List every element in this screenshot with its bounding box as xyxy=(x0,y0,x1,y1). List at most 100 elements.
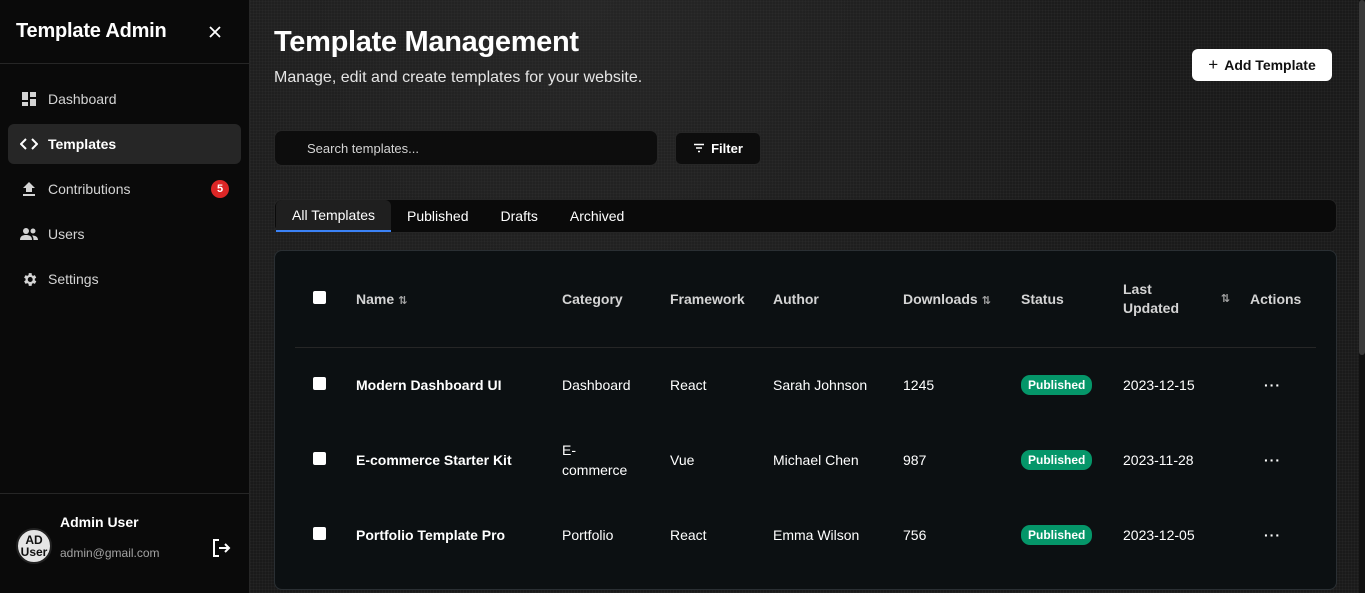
user-panel: AD User Admin User admin@gmail.com xyxy=(0,493,249,593)
cell-framework: Vue xyxy=(670,451,695,468)
user-email: admin@gmail.com xyxy=(60,546,160,560)
status-badge: Published xyxy=(1021,524,1093,545)
more-actions-icon[interactable]: ··· xyxy=(1250,527,1281,543)
col-name[interactable]: Name ⇅ xyxy=(356,251,562,348)
sidebar-item-settings[interactable]: Settings xyxy=(8,259,241,299)
avatar[interactable]: AD User xyxy=(16,528,52,564)
cell-name: Modern Dashboard UI xyxy=(356,376,502,393)
row-checkbox[interactable] xyxy=(313,451,326,465)
cell-framework: React xyxy=(670,526,707,543)
cell-author: Sarah Johnson xyxy=(773,376,868,393)
logout-icon[interactable] xyxy=(211,538,233,560)
cell-category: E-commerce xyxy=(562,441,628,478)
upload-icon xyxy=(20,180,38,198)
col-framework: Framework xyxy=(670,251,773,348)
toolbar: Filter xyxy=(274,130,1337,166)
sort-icon[interactable]: ⇅ xyxy=(398,295,407,307)
cell-author: Michael Chen xyxy=(773,451,859,468)
row-checkbox[interactable] xyxy=(313,526,326,540)
add-template-button[interactable]: + Add Template xyxy=(1192,49,1332,81)
cell-framework: React xyxy=(670,376,707,393)
search-input[interactable] xyxy=(291,140,657,156)
sidebar-item-contributions[interactable]: Contributions 5 xyxy=(8,169,241,209)
gear-icon xyxy=(20,270,38,288)
header-checkbox-cell xyxy=(295,251,356,348)
cell-status: Published xyxy=(1021,422,1123,497)
scrollbar-thumb[interactable] xyxy=(1359,0,1365,355)
cell-actions: ··· xyxy=(1250,497,1316,572)
cell-actions: ··· xyxy=(1250,347,1316,422)
cell-updated: 2023-12-05 xyxy=(1123,526,1195,543)
cell-updated: 2023-11-28 xyxy=(1123,451,1194,468)
filter-icon xyxy=(693,141,705,156)
sidebar-item-dashboard[interactable]: Dashboard xyxy=(8,79,241,119)
sort-icon[interactable]: ⇅ xyxy=(982,295,991,307)
app-title: Template Admin xyxy=(16,20,167,42)
cell-downloads: 987 xyxy=(903,451,927,468)
add-template-label: Add Template xyxy=(1224,57,1316,73)
col-downloads[interactable]: Downloads ⇅ xyxy=(903,251,1021,348)
col-last-updated[interactable]: Last Updated ⇅ xyxy=(1123,251,1250,348)
table-row[interactable]: Portfolio Template Pro Portfolio React E… xyxy=(295,497,1316,572)
table-row[interactable]: E-commerce Starter Kit E-commerce Vue Mi… xyxy=(295,422,1316,497)
cell-name: Portfolio Template Pro xyxy=(356,526,506,543)
templates-table: Name ⇅ Category Framework Author Download… xyxy=(295,251,1316,572)
page-subtitle: Manage, edit and create templates for yo… xyxy=(274,69,643,86)
tab-drafts[interactable]: Drafts xyxy=(485,200,554,232)
cell-downloads: 1245 xyxy=(903,376,935,393)
cell-category: Dashboard xyxy=(562,376,631,393)
page-title: Template Management xyxy=(274,26,579,58)
table-header-row: Name ⇅ Category Framework Author Download… xyxy=(295,251,1316,348)
status-badge: Published xyxy=(1021,374,1093,395)
row-checkbox-cell xyxy=(295,422,356,497)
sidebar-header: Template Admin xyxy=(0,0,249,64)
user-info: Admin User admin@gmail.com xyxy=(60,512,211,560)
sidebar-item-users[interactable]: Users xyxy=(8,214,241,254)
user-name: Admin User xyxy=(60,514,139,530)
cell-name: E-commerce Starter Kit xyxy=(356,451,512,468)
sidebar-item-label: Dashboard xyxy=(48,91,117,107)
sidebar-item-label: Settings xyxy=(48,271,99,287)
cell-actions: ··· xyxy=(1250,422,1316,497)
cell-author: Emma Wilson xyxy=(773,526,860,543)
dashboard-icon xyxy=(20,90,38,108)
sidebar-nav: Dashboard Templates Contributions 5 User… xyxy=(0,64,249,319)
tab-all-templates[interactable]: All Templates xyxy=(276,200,392,232)
filter-label: Filter xyxy=(711,140,743,156)
tab-archived[interactable]: Archived xyxy=(554,200,640,232)
col-category: Category xyxy=(562,251,670,348)
users-icon xyxy=(20,225,38,243)
search-box xyxy=(274,130,658,166)
sidebar-item-templates[interactable]: Templates xyxy=(8,124,241,164)
table-row[interactable]: Modern Dashboard UI Dashboard React Sara… xyxy=(295,347,1316,422)
cell-status: Published xyxy=(1021,347,1123,422)
main-content: Template Management Manage, edit and cre… xyxy=(250,0,1365,593)
sidebar-item-label: Contributions xyxy=(48,181,131,197)
templates-table-card: Name ⇅ Category Framework Author Download… xyxy=(274,250,1337,590)
close-icon[interactable] xyxy=(205,22,225,42)
plus-icon: + xyxy=(1208,55,1219,74)
more-actions-icon[interactable]: ··· xyxy=(1250,452,1281,468)
select-all-checkbox[interactable] xyxy=(313,290,326,304)
row-checkbox-cell xyxy=(295,497,356,572)
more-actions-icon[interactable]: ··· xyxy=(1250,377,1281,393)
col-author: Author xyxy=(773,251,903,348)
col-actions: Actions xyxy=(1250,251,1316,348)
cell-status: Published xyxy=(1021,497,1123,572)
cell-category: Portfolio xyxy=(562,526,614,543)
tab-bar: All Templates Published Drafts Archived xyxy=(274,199,1337,233)
sidebar: Template Admin Dashboard Templates Contr… xyxy=(0,0,250,593)
notification-badge: 5 xyxy=(211,180,229,198)
status-badge: Published xyxy=(1021,449,1093,470)
cell-updated: 2023-12-15 xyxy=(1123,376,1195,393)
sidebar-item-label: Users xyxy=(48,226,85,242)
code-icon xyxy=(20,135,38,153)
filter-button[interactable]: Filter xyxy=(675,131,761,165)
tab-published[interactable]: Published xyxy=(391,200,485,232)
row-checkbox-cell xyxy=(295,347,356,422)
app-root: Template Admin Dashboard Templates Contr… xyxy=(0,0,1365,593)
sidebar-item-label: Templates xyxy=(48,136,117,152)
row-checkbox[interactable] xyxy=(313,376,326,390)
sort-icon[interactable]: ⇅ xyxy=(1221,292,1230,305)
cell-downloads: 756 xyxy=(903,526,927,543)
